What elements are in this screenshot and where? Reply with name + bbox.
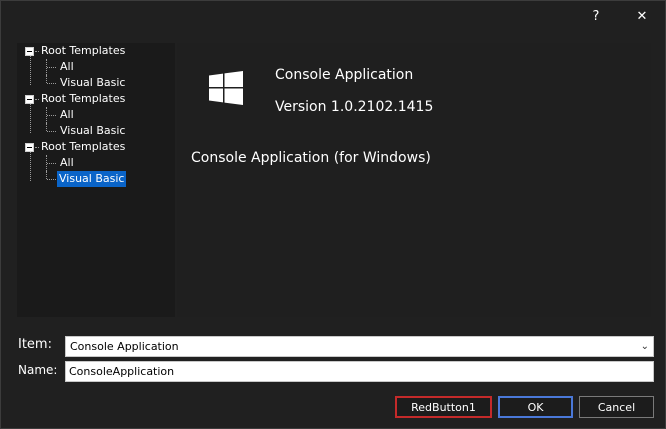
tree-connector bbox=[46, 155, 47, 171]
template-tree[interactable]: Root Templates All Visual Basic Root Tem… bbox=[17, 43, 175, 317]
name-input[interactable] bbox=[65, 361, 654, 382]
tree-node-root-templates-1[interactable]: Root Templates bbox=[17, 43, 175, 59]
tree-connector bbox=[47, 83, 56, 84]
template-version: Version 1.0.2102.1415 bbox=[275, 99, 434, 115]
template-detail-panel: Console Application Version 1.0.2102.141… bbox=[177, 43, 651, 317]
tree-node-label: Visual Basic bbox=[60, 124, 126, 137]
item-dropdown[interactable]: Console Application ⌄ bbox=[65, 336, 654, 357]
tree-node-label: Visual Basic bbox=[60, 76, 126, 89]
cancel-button-label: Cancel bbox=[597, 400, 636, 414]
tree-node-visual-basic-2[interactable]: Visual Basic bbox=[17, 123, 175, 139]
template-dialog: ? ✕ Root Templates All Visual Basic Root… bbox=[0, 0, 666, 429]
tree-connector bbox=[46, 107, 47, 123]
item-dropdown-value: Console Application bbox=[70, 340, 179, 353]
tree-connector bbox=[46, 59, 47, 75]
tree-connector bbox=[47, 179, 56, 180]
collapse-icon[interactable] bbox=[25, 95, 34, 104]
template-description: Console Application (for Windows) bbox=[191, 150, 431, 166]
help-icon: ? bbox=[592, 8, 600, 24]
tree-node-all-2[interactable]: All bbox=[17, 107, 175, 123]
windows-logo-icon bbox=[209, 71, 243, 105]
tree-node-visual-basic-3[interactable]: Visual Basic bbox=[17, 171, 175, 187]
close-button[interactable]: ✕ bbox=[619, 1, 665, 31]
name-label: Name: bbox=[18, 363, 58, 377]
cancel-button[interactable]: Cancel bbox=[579, 396, 654, 418]
collapse-icon[interactable] bbox=[25, 143, 34, 152]
ok-button[interactable]: OK bbox=[498, 396, 573, 418]
tree-connector bbox=[47, 131, 56, 132]
tree-connector bbox=[47, 163, 56, 164]
tree-node-label: Root Templates bbox=[41, 92, 126, 105]
tree-node-label: All bbox=[60, 156, 74, 169]
tree-node-label: Root Templates bbox=[41, 140, 126, 153]
tree-node-label-selected: Visual Basic bbox=[57, 171, 127, 187]
tree-node-all-3[interactable]: All bbox=[17, 155, 175, 171]
template-name: Console Application bbox=[275, 67, 414, 83]
tree-connector bbox=[47, 115, 56, 116]
tree-node-root-templates-3[interactable]: Root Templates bbox=[17, 139, 175, 155]
close-icon: ✕ bbox=[636, 8, 648, 24]
tree-node-label: All bbox=[60, 108, 74, 121]
tree-connector bbox=[46, 123, 47, 131]
help-button[interactable]: ? bbox=[573, 1, 619, 31]
tree-node-label: All bbox=[60, 60, 74, 73]
ok-button-label: OK bbox=[527, 400, 544, 414]
tree-node-label: Root Templates bbox=[41, 44, 126, 57]
collapse-icon[interactable] bbox=[25, 47, 34, 56]
chevron-down-icon[interactable]: ⌄ bbox=[641, 337, 649, 356]
red-button[interactable]: RedButton1 bbox=[395, 396, 492, 418]
tree-connector bbox=[46, 171, 47, 179]
tree-connector bbox=[46, 75, 47, 83]
tree-node-all-1[interactable]: All bbox=[17, 59, 175, 75]
red-button-label: RedButton1 bbox=[411, 400, 476, 414]
title-bar: ? ✕ bbox=[1, 1, 665, 31]
tree-node-visual-basic-1[interactable]: Visual Basic bbox=[17, 75, 175, 91]
tree-connector bbox=[47, 67, 56, 68]
tree-node-root-templates-2[interactable]: Root Templates bbox=[17, 91, 175, 107]
item-label: Item: bbox=[18, 337, 52, 352]
